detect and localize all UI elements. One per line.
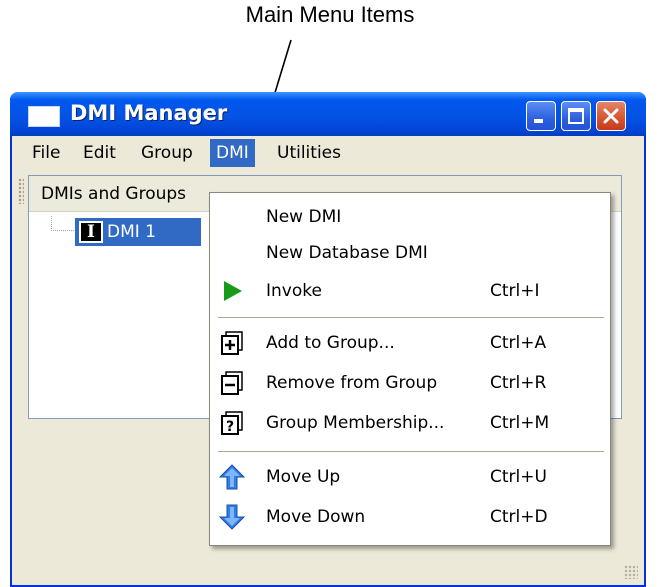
menu-item-group-membership[interactable]: ? Group Membership... Ctrl+M xyxy=(210,405,610,441)
menu-separator xyxy=(218,451,604,452)
menu-item-shortcut: Ctrl+A xyxy=(490,333,547,353)
menu-item-shortcut: Ctrl+U xyxy=(490,467,547,487)
menu-item-label: Remove from Group xyxy=(266,373,438,393)
menu-item-label: Invoke xyxy=(266,281,322,301)
menu-item-new-database-dmi[interactable]: New Database DMI xyxy=(210,235,610,271)
menu-item-move-down[interactable]: Move Down Ctrl+D xyxy=(210,499,610,535)
menu-separator xyxy=(218,317,604,318)
menu-file[interactable]: File xyxy=(26,139,66,167)
add-to-group-icon xyxy=(218,329,246,357)
invoke-icon xyxy=(218,277,246,305)
menu-edit[interactable]: Edit xyxy=(77,139,122,167)
menu-item-shortcut: Ctrl+R xyxy=(490,373,547,393)
menu-item-shortcut: Ctrl+I xyxy=(490,281,540,301)
menu-item-label: Group Membership... xyxy=(266,413,445,433)
menu-item-label: New Database DMI xyxy=(266,243,428,263)
move-up-icon xyxy=(218,463,246,491)
minimize-icon xyxy=(534,119,543,123)
dmi-dropdown-menu: New DMI New Database DMI Invoke Ctrl+I A… xyxy=(209,192,611,546)
svg-text:?: ? xyxy=(226,419,234,435)
menu-item-add-to-group[interactable]: Add to Group... Ctrl+A xyxy=(210,325,610,361)
menu-item-new-dmi[interactable]: New DMI xyxy=(210,199,610,235)
maximize-button[interactable] xyxy=(561,101,591,131)
close-button[interactable] xyxy=(596,101,626,131)
toolbar-grip[interactable] xyxy=(18,178,24,204)
menu-item-label: New DMI xyxy=(266,207,342,227)
menu-group[interactable]: Group xyxy=(135,139,199,167)
annotation-label: Main Menu Items xyxy=(245,2,415,27)
minimize-button[interactable] xyxy=(526,101,556,131)
menu-item-label: Add to Group... xyxy=(266,333,395,353)
menu-item-label: Move Down xyxy=(266,507,366,527)
dmi-icon: I xyxy=(79,221,103,243)
menu-dmi[interactable]: DMI xyxy=(210,139,255,167)
tree-node-label: DMI 1 xyxy=(107,222,156,242)
title-bar[interactable]: DMI Manager xyxy=(10,92,646,136)
menu-item-invoke[interactable]: Invoke Ctrl+I xyxy=(210,273,610,309)
menu-bar: File Edit Group DMI Utilities xyxy=(12,136,644,170)
remove-from-group-icon xyxy=(218,369,246,397)
menu-item-shortcut: Ctrl+D xyxy=(490,507,548,527)
tree-node-dmi-1[interactable]: I DMI 1 xyxy=(75,218,201,246)
resize-grip[interactable] xyxy=(624,565,638,579)
menu-item-move-up[interactable]: Move Up Ctrl+U xyxy=(210,459,610,495)
maximize-icon xyxy=(568,108,584,124)
window-title: DMI Manager xyxy=(70,101,228,125)
menu-item-shortcut: Ctrl+M xyxy=(490,413,550,433)
menu-utilities[interactable]: Utilities xyxy=(271,139,347,167)
move-down-icon xyxy=(218,503,246,531)
group-membership-icon: ? xyxy=(218,409,246,437)
close-icon xyxy=(603,108,619,124)
menu-item-label: Move Up xyxy=(266,467,341,487)
menu-item-remove-from-group[interactable]: Remove from Group Ctrl+R xyxy=(210,365,610,401)
app-window-icon xyxy=(28,106,60,127)
